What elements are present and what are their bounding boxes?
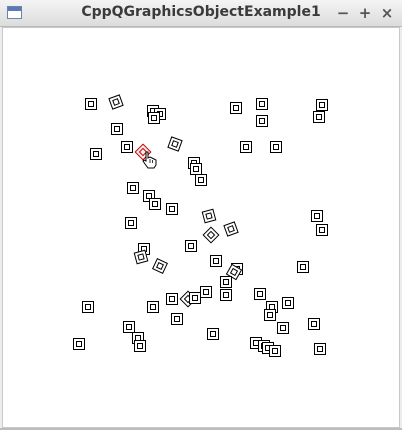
graphics-item[interactable] (171, 313, 183, 325)
graphics-item[interactable] (254, 288, 266, 300)
graphics-item[interactable] (166, 293, 178, 305)
graphics-item[interactable] (166, 203, 178, 215)
graphics-item[interactable] (73, 338, 85, 350)
graphics-item[interactable] (127, 182, 139, 194)
graphics-item[interactable] (256, 115, 268, 127)
graphics-item[interactable] (270, 141, 282, 153)
hand-cursor-icon (142, 151, 157, 169)
graphics-item[interactable] (282, 297, 294, 309)
graphics-item[interactable] (185, 240, 197, 252)
graphics-item[interactable] (90, 148, 102, 160)
minimize-button[interactable]: − (333, 3, 353, 23)
graphics-item[interactable] (148, 112, 160, 124)
graphics-item[interactable] (230, 102, 242, 114)
graphics-item[interactable] (85, 98, 97, 110)
graphics-item[interactable] (149, 198, 161, 210)
graphics-item[interactable] (134, 340, 146, 352)
graphics-item[interactable] (195, 174, 207, 186)
close-button[interactable]: × (377, 3, 397, 23)
graphics-item[interactable] (314, 343, 326, 355)
maximize-button[interactable]: + (355, 3, 375, 23)
graphics-item[interactable] (264, 309, 276, 321)
graphics-item[interactable] (200, 286, 212, 298)
graphics-item[interactable] (210, 255, 222, 267)
graphics-item[interactable] (316, 224, 328, 236)
graphics-item[interactable] (316, 99, 328, 111)
graphics-item[interactable] (313, 111, 325, 123)
graphics-item[interactable] (82, 301, 94, 313)
graphics-item[interactable] (147, 301, 159, 313)
graphics-item[interactable] (189, 292, 201, 304)
graphics-item[interactable] (256, 98, 268, 110)
graphics-scene[interactable] (2, 27, 400, 428)
graphics-item[interactable] (111, 123, 123, 135)
graphics-item[interactable] (277, 322, 289, 334)
title-bar[interactable]: CppQGraphicsObjectExample1 − + × (0, 0, 402, 27)
graphics-item[interactable] (311, 210, 323, 222)
graphics-item[interactable] (297, 261, 309, 273)
graphics-item[interactable] (207, 328, 219, 340)
graphics-item[interactable] (269, 345, 281, 357)
graphics-item[interactable] (121, 141, 133, 153)
graphics-item[interactable] (308, 318, 320, 330)
graphics-item[interactable] (220, 276, 232, 288)
graphics-item[interactable] (220, 289, 232, 301)
graphics-item[interactable] (125, 217, 137, 229)
graphics-item[interactable] (240, 141, 252, 153)
